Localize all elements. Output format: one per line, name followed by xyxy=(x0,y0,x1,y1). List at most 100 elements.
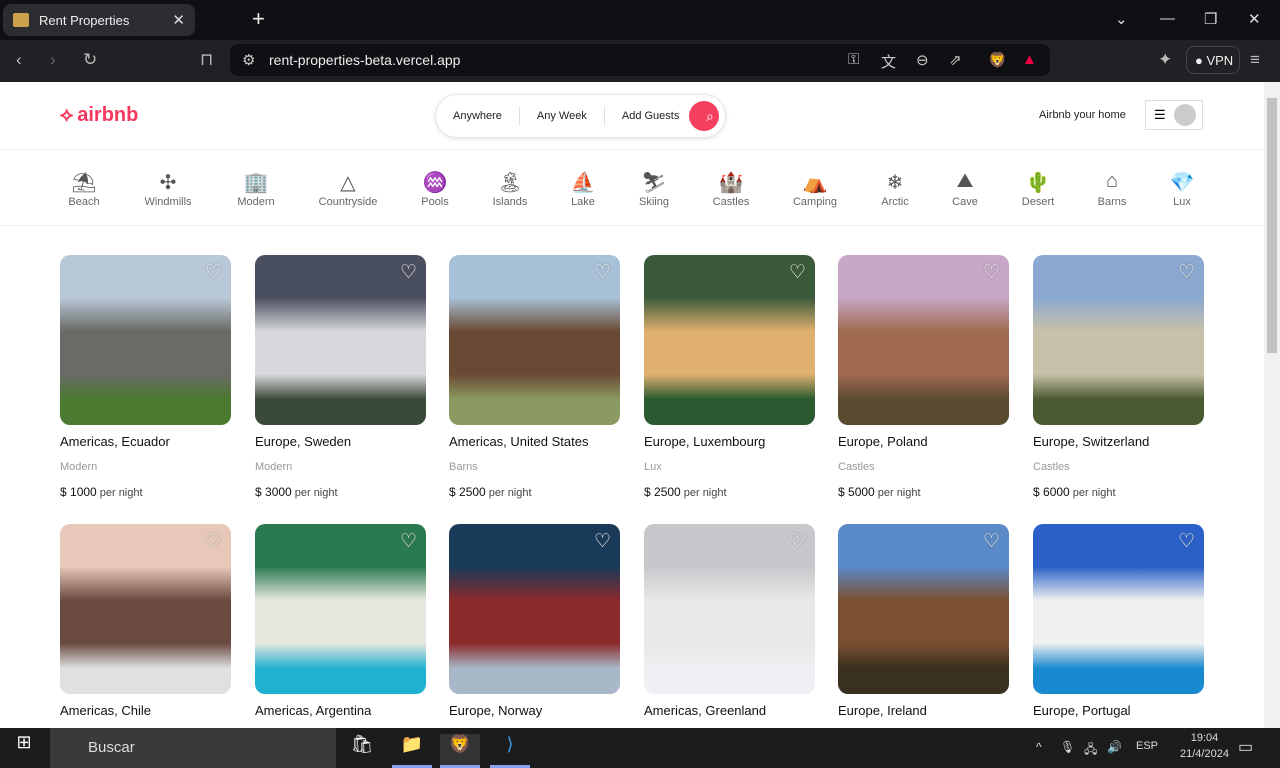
category-label: Barns xyxy=(1097,196,1127,208)
tab-search-icon[interactable]: ⌄ xyxy=(1115,10,1128,28)
extensions-icon[interactable]: ✦ xyxy=(1158,50,1172,70)
category-castles[interactable]: 🏰 Castles xyxy=(691,170,771,208)
listing-card[interactable]: ♡ Europe, Ireland xyxy=(838,524,1009,718)
category-skiing[interactable]: ⛷ Skiing xyxy=(614,170,694,208)
listing-image[interactable]: ♡ xyxy=(60,524,231,694)
heart-icon[interactable]: ♡ xyxy=(789,261,806,284)
listing-location: Europe, Portugal xyxy=(1033,703,1131,718)
listing-image[interactable]: ♡ xyxy=(1033,255,1204,425)
listing-image[interactable]: ♡ xyxy=(449,524,620,694)
listing-image[interactable]: ♡ xyxy=(838,524,1009,694)
address-bar[interactable]: ⚙ rent-properties-beta.vercel.app ⚿ 文 ⊖ … xyxy=(230,44,1050,76)
category-pools[interactable]: ♒ Pools xyxy=(395,170,475,208)
listing-card[interactable]: ♡ Europe, Poland Castles $ 5000 per night xyxy=(838,255,1009,499)
back-button[interactable]: ‹ xyxy=(16,50,22,70)
heart-icon[interactable]: ♡ xyxy=(983,261,1000,284)
category-desert[interactable]: 🌵 Desert xyxy=(998,170,1078,208)
microphone-icon[interactable]: 🎙 xyxy=(1060,740,1075,754)
heart-icon[interactable]: ♡ xyxy=(400,261,417,284)
category-islands[interactable]: 🏝 Islands xyxy=(470,170,550,208)
taskbar-search[interactable]: Buscar xyxy=(50,728,336,768)
heart-icon[interactable]: ♡ xyxy=(983,530,1000,553)
notifications-icon[interactable]: ▭ xyxy=(1238,737,1253,757)
close-tab-icon[interactable]: ✕ xyxy=(172,11,185,29)
listing-image[interactable]: ♡ xyxy=(255,255,426,425)
airbnb-your-home-link[interactable]: Airbnb your home xyxy=(1039,109,1126,121)
brave-rewards-icon[interactable]: ▲ xyxy=(1022,51,1037,68)
brave-browser-icon[interactable]: 🦁 xyxy=(440,734,480,768)
vscode-icon[interactable]: ⟩ xyxy=(490,734,530,768)
category-countryside[interactable]: △ Countryside xyxy=(308,170,388,208)
clock[interactable]: 19:04 21/4/2024 xyxy=(1180,732,1229,760)
bookmark-icon[interactable]: ⊓ xyxy=(200,50,213,70)
listing-image[interactable]: ♡ xyxy=(644,255,815,425)
search-any-week[interactable]: Any Week xyxy=(520,107,605,125)
tray-chevron-icon[interactable]: ^ xyxy=(1036,740,1042,754)
price-value: 5000 xyxy=(848,485,875,499)
listing-image[interactable]: ♡ xyxy=(644,524,815,694)
heart-icon[interactable]: ♡ xyxy=(1178,261,1195,284)
category-barns[interactable]: ⌂ Barns xyxy=(1072,170,1152,208)
reload-button[interactable]: ↻ xyxy=(83,50,97,70)
category-lake[interactable]: ⛵ Lake xyxy=(543,170,623,208)
scrollbar-thumb[interactable] xyxy=(1267,98,1277,353)
tab-rent-properties[interactable]: Rent Properties ✕ xyxy=(3,4,195,36)
network-icon[interactable]: 🖧 xyxy=(1084,740,1097,761)
browser-menu-icon[interactable]: ≡ xyxy=(1250,50,1260,70)
file-explorer-icon[interactable]: 📁 xyxy=(392,734,432,768)
heart-icon[interactable]: ♡ xyxy=(205,261,222,284)
search-add-guests[interactable]: Add Guests xyxy=(605,107,696,125)
translate-icon[interactable]: 文 xyxy=(881,51,896,72)
category-arctic[interactable]: ❄ Arctic xyxy=(855,170,935,208)
listing-card[interactable]: ♡ Europe, Luxembourg Lux $ 2500 per night xyxy=(644,255,815,499)
airbnb-logo[interactable]: ⟡ airbnb xyxy=(60,104,138,127)
share-icon[interactable]: ⇗ xyxy=(949,51,962,69)
category-lux[interactable]: 💎 Lux xyxy=(1142,170,1222,208)
site-settings-icon[interactable]: ⚙ xyxy=(242,51,255,69)
minimize-button[interactable]: — xyxy=(1160,10,1175,27)
store-icon[interactable]: 🛍 xyxy=(342,734,382,768)
heart-icon[interactable]: ♡ xyxy=(205,530,222,553)
language-indicator[interactable]: ESP xyxy=(1136,740,1158,752)
maximize-button[interactable]: ❐ xyxy=(1204,10,1217,28)
listing-card[interactable]: ♡ Europe, Portugal xyxy=(1033,524,1204,718)
category-beach[interactable]: ⛱ Beach xyxy=(44,170,124,208)
search-button[interactable]: ⌕ xyxy=(689,101,719,131)
listing-card[interactable]: ♡ Americas, Argentina xyxy=(255,524,426,718)
windows-start-icon[interactable]: ⊞ xyxy=(4,732,44,766)
listing-image[interactable]: ♡ xyxy=(255,524,426,694)
listing-card[interactable]: ♡ Europe, Switzerland Castles $ 6000 per ni… xyxy=(1033,255,1204,499)
listing-card[interactable]: ♡ Europe, Sweden Modern $ 3000 per night xyxy=(255,255,426,499)
forward-button[interactable]: › xyxy=(50,50,56,70)
search-bar[interactable]: Anywhere Any Week Add Guests ⌕ xyxy=(435,94,726,138)
volume-icon[interactable]: 🔊 xyxy=(1107,740,1122,754)
vpn-button[interactable]: ● VPN xyxy=(1186,46,1240,74)
heart-icon[interactable]: ♡ xyxy=(594,261,611,284)
heart-icon[interactable]: ♡ xyxy=(400,530,417,553)
close-window-button[interactable]: ✕ xyxy=(1248,10,1261,28)
listing-card[interactable]: ♡ Americas, Ecuador Modern $ 1000 per night xyxy=(60,255,231,499)
heart-icon[interactable]: ♡ xyxy=(1178,530,1195,553)
search-anywhere[interactable]: Anywhere xyxy=(436,107,520,125)
listing-location: Americas, Argentina xyxy=(255,703,372,718)
listing-card[interactable]: ♡ Americas, Greenland xyxy=(644,524,815,718)
heart-icon[interactable]: ♡ xyxy=(594,530,611,553)
listing-image[interactable]: ♡ xyxy=(449,255,620,425)
listing-image[interactable]: ♡ xyxy=(838,255,1009,425)
listing-card[interactable]: ♡ Europe, Norway xyxy=(449,524,620,718)
user-menu-button[interactable]: ☰ xyxy=(1145,100,1203,130)
listing-card[interactable]: ♡ Americas, United States Barns $ 2500 per … xyxy=(449,255,620,499)
listing-image[interactable]: ♡ xyxy=(60,255,231,425)
heart-icon[interactable]: ♡ xyxy=(789,530,806,553)
key-icon[interactable]: ⚿ xyxy=(848,51,859,68)
category-modern[interactable]: 🏢 Modern xyxy=(216,170,296,208)
brave-shields-icon[interactable]: 🦁 xyxy=(988,51,1007,69)
listing-card[interactable]: ♡ Americas, Chile xyxy=(60,524,231,718)
listing-image[interactable]: ♡ xyxy=(1033,524,1204,694)
category-camping[interactable]: ⛺ Camping xyxy=(775,170,855,208)
category-windmills[interactable]: ✣ Windmills xyxy=(128,170,208,208)
category-cave[interactable]: ⛰ Cave xyxy=(925,170,1005,208)
new-tab-button[interactable]: + xyxy=(252,6,265,32)
zoom-out-icon[interactable]: ⊖ xyxy=(916,51,929,69)
scrollbar[interactable] xyxy=(1264,82,1280,728)
